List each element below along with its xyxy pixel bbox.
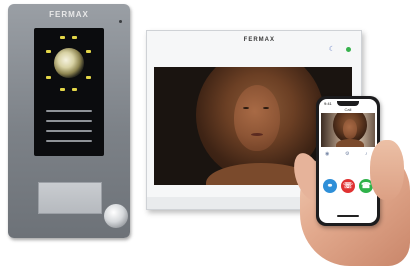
key-icon: ⚭ — [326, 181, 334, 190]
speaker-grille-line — [46, 110, 92, 112]
nameplate — [38, 182, 102, 214]
panel-indicator-led — [119, 20, 122, 23]
outdoor-panel: FERMAX — [8, 4, 130, 238]
gear-icon[interactable]: ⚙ — [345, 151, 349, 157]
video-subject-face — [234, 85, 280, 151]
ir-led — [72, 88, 77, 91]
hangup-button[interactable]: ☏ — [341, 179, 355, 193]
ir-led — [86, 76, 91, 79]
phone-call-header: Call — [344, 107, 352, 112]
hand-fingers — [370, 140, 404, 200]
camera-module — [34, 28, 104, 156]
ir-led — [46, 50, 51, 53]
mute-icon[interactable]: ♪ — [365, 151, 368, 157]
phone-toolbar: ◉ ⚙ ♪ — [323, 151, 373, 157]
phone-notch — [337, 101, 359, 106]
lips — [251, 133, 263, 136]
camera-lens-icon — [54, 48, 84, 78]
phone-screen: 9:41 Call ◉ ⚙ ♪ ⚭ ☏ ☎ — [319, 99, 377, 223]
moon-icon[interactable]: ☾ — [329, 45, 335, 53]
camera-icon[interactable]: ◉ — [325, 151, 329, 157]
status-led — [346, 47, 351, 52]
speaker-grille-line — [46, 130, 92, 132]
ir-led — [60, 36, 65, 39]
video-subject-face — [343, 119, 357, 139]
speaker-grille-line — [46, 120, 92, 122]
monitor-brand-label: FERMAX — [243, 37, 275, 43]
ir-led — [72, 36, 77, 39]
call-button[interactable] — [104, 204, 128, 228]
eye — [263, 107, 269, 109]
answer-icon: ☎ — [361, 181, 371, 190]
panel-brand-label: FERMAX — [49, 10, 89, 19]
phone-home-indicator — [337, 215, 359, 217]
phone-time: 9:41 — [324, 101, 332, 106]
ir-led — [60, 88, 65, 91]
hangup-icon: ☏ — [342, 181, 353, 190]
video-subject-shoulders — [336, 139, 364, 147]
phone-video-feed — [321, 113, 375, 147]
ir-led — [86, 50, 91, 53]
ir-led — [46, 76, 51, 79]
eye — [243, 107, 249, 109]
open-door-button[interactable]: ⚭ — [323, 179, 337, 193]
speaker-grille-line — [46, 140, 92, 142]
